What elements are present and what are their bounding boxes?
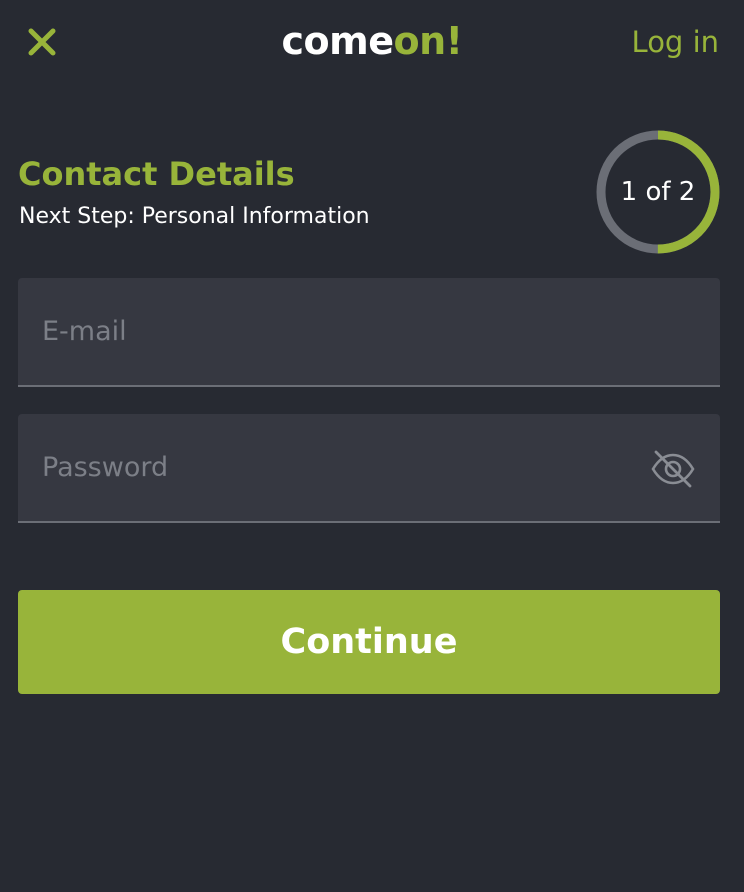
- step-progress-ring: 1 of 2: [594, 128, 722, 256]
- top-bar: comeon! Log in: [0, 0, 744, 90]
- logo-text-on: on!: [393, 19, 464, 63]
- page-title: Contact Details: [18, 155, 295, 193]
- continue-button[interactable]: Continue: [18, 590, 720, 694]
- password-input[interactable]: [42, 414, 642, 521]
- password-field-container: [18, 414, 720, 523]
- login-link[interactable]: Log in: [632, 22, 719, 62]
- eye-slash-icon: [651, 450, 695, 488]
- password-visibility-toggle[interactable]: [650, 449, 696, 489]
- email-input[interactable]: [42, 278, 642, 385]
- next-step-text: Next Step: Personal Information: [19, 204, 370, 229]
- email-field-container: [18, 278, 720, 387]
- progress-label: 1 of 2: [620, 177, 696, 207]
- logo-text-come: come: [281, 19, 395, 63]
